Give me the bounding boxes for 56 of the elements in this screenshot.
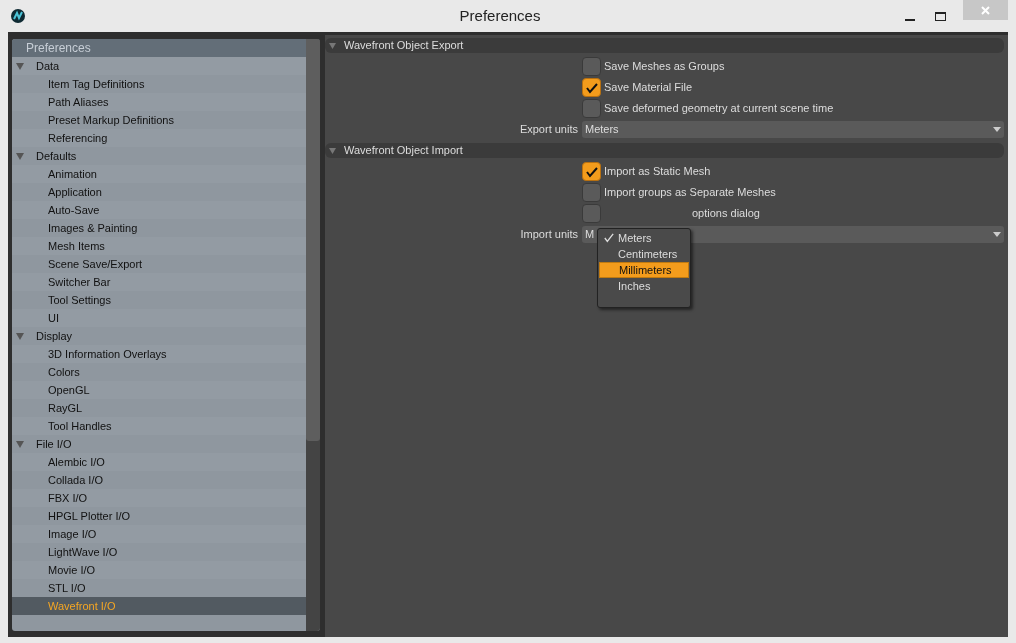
close-button[interactable] [963, 0, 1008, 20]
checkbox[interactable] [582, 204, 601, 223]
checkmark-icon [585, 165, 598, 178]
expand-arrow-icon [16, 440, 24, 448]
checkbox[interactable] [582, 99, 601, 118]
field-label: Export units [518, 122, 579, 138]
tree-item[interactable]: Movie I/O [12, 561, 306, 579]
menu-item[interactable]: Inches [599, 278, 689, 294]
tree-item[interactable]: UI [12, 309, 306, 327]
tree-item[interactable]: Alembic I/O [12, 453, 306, 471]
menu-item[interactable]: Centimeters [599, 246, 689, 262]
close-icon [981, 5, 990, 15]
menu-item[interactable]: Meters [599, 230, 689, 246]
dropdown-arrow-icon [993, 232, 1001, 237]
tree-item[interactable]: Referencing [12, 129, 306, 147]
checkbox[interactable] [582, 57, 601, 76]
checkbox-label: Save deformed geometry at current scene time [604, 101, 834, 117]
units-dropdown[interactable]: Meters [582, 121, 1004, 138]
tree-item[interactable]: Switcher Bar [12, 273, 306, 291]
checkbox[interactable] [582, 183, 601, 202]
scrollbar[interactable] [306, 39, 320, 631]
expand-arrow-icon [16, 332, 24, 340]
tree-item[interactable]: Animation [12, 165, 306, 183]
tree-item[interactable]: Path Aliases [12, 93, 306, 111]
window-title: Preferences [458, 5, 542, 26]
maximize-icon [934, 11, 946, 21]
checkbox[interactable] [582, 162, 601, 181]
tree-item[interactable]: Image I/O [12, 525, 306, 543]
section-header[interactable]: Wavefront Object Import [325, 143, 1004, 158]
checkmark-icon [585, 81, 598, 94]
checkbox-label: Save Meshes as Groups [604, 59, 725, 75]
tree-item[interactable]: FBX I/O [12, 489, 306, 507]
app-logo-icon [11, 9, 25, 23]
expand-arrow-icon [16, 152, 24, 160]
tree-item[interactable]: Auto-Save [12, 201, 306, 219]
tree-item[interactable]: Tool Handles [12, 417, 306, 435]
tree-header: Preferences [12, 39, 306, 57]
menu-item[interactable]: Millimeters [599, 262, 689, 278]
checkmark-icon [603, 233, 614, 243]
checkbox-label: Save Material File [604, 80, 693, 96]
checkbox[interactable] [582, 78, 601, 97]
expand-arrow-icon [16, 62, 24, 70]
tree-item[interactable]: OpenGL [12, 381, 306, 399]
checkbox-label: options dialog [692, 206, 760, 222]
tree-category[interactable]: Data [12, 57, 306, 75]
section-header[interactable]: Wavefront Object Export [325, 38, 1004, 53]
field-label: Import units [519, 227, 579, 243]
expand-arrow-icon [329, 42, 336, 49]
checkbox-label: Import as Static Mesh [604, 164, 711, 180]
expand-arrow-icon [329, 147, 336, 154]
tree-item[interactable]: Wavefront I/O [12, 597, 306, 615]
checkbox-label: Import groups as Separate Meshes [604, 185, 776, 201]
minimize-icon [905, 18, 915, 21]
dropdown-arrow-icon [993, 127, 1001, 132]
tree-item[interactable]: 3D Information Overlays [12, 345, 306, 363]
tree-item[interactable]: Mesh Items [12, 237, 306, 255]
